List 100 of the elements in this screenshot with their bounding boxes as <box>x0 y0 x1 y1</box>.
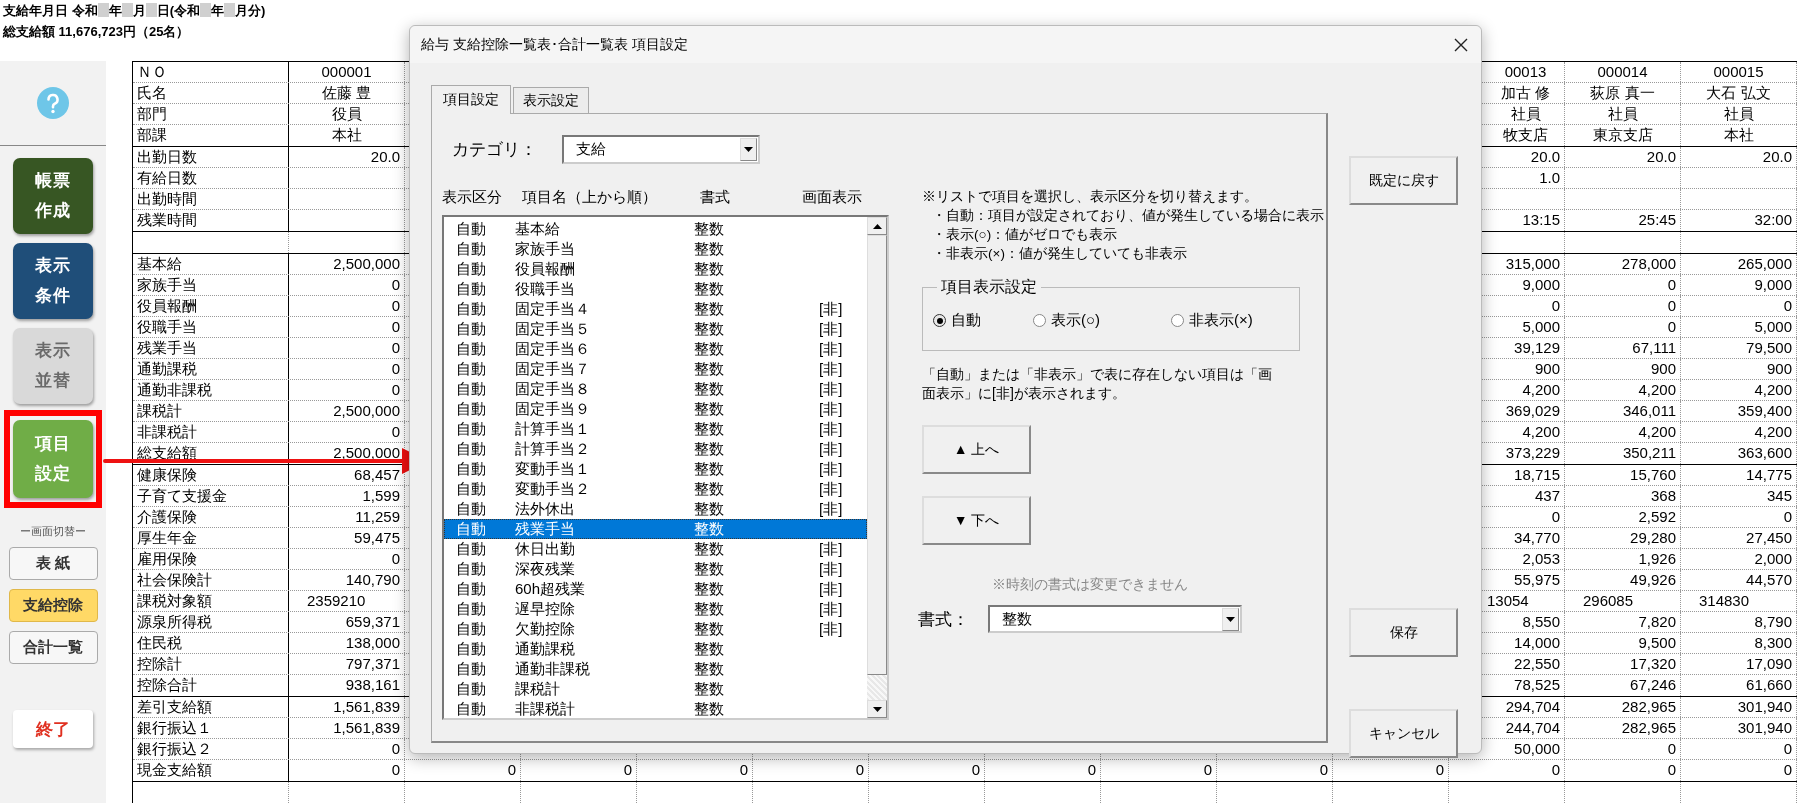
table-cell: 27,450 <box>1746 528 1792 548</box>
dialog-button[interactable]: 既定に戻す <box>1349 156 1458 205</box>
list-item[interactable]: 自動 家族手当 整数 <box>444 239 867 259</box>
table-cell: 社員 <box>1510 104 1541 124</box>
view-button[interactable]: 合計一覧 <box>8 631 98 664</box>
table-cell: 0 <box>1667 275 1676 295</box>
table-cell: 0 <box>391 359 400 379</box>
table-cell-text: 78,525 <box>1514 675 1560 695</box>
table-cell: 900 <box>1766 359 1792 379</box>
list-item[interactable]: 自動 変動手当１ 整数 [非] <box>444 459 867 479</box>
list-item[interactable]: 自動 固定手当７ 整数 [非] <box>444 359 867 379</box>
scroll-up-button[interactable] <box>867 217 887 235</box>
table-cell: 278,000 <box>1621 254 1676 274</box>
window-title: 給与 支給控除一覧表･合計一覧表 項目設定 <box>421 35 688 54</box>
column-header: 画面表示 <box>802 188 862 206</box>
table-cell-text: 32:00 <box>1754 210 1792 230</box>
list-item[interactable]: 自動 固定手当６ 整数 [非] <box>444 339 867 359</box>
table-cell-text: 25:45 <box>1638 210 1676 230</box>
table-cell: 49,926 <box>1630 570 1676 590</box>
tab[interactable]: 表示設定 <box>513 87 589 113</box>
tab[interactable]: 項目設定 <box>431 85 511 114</box>
row-label: 家族手当 <box>137 275 197 295</box>
table-cell: 15,760 <box>1630 465 1676 485</box>
table-cell: 244,704 <box>1505 718 1560 738</box>
note-text: ・非表示(×)：値が発生していても非表示 <box>931 245 1187 263</box>
list-item[interactable]: 自動 通勤課税 整数 <box>444 639 867 659</box>
list-item[interactable]: 自動 法外休出 整数 [非] <box>444 499 867 519</box>
close-icon[interactable] <box>1454 37 1468 52</box>
column-header: 表示区分 <box>442 188 502 206</box>
table-cell: 役員 <box>331 104 362 124</box>
row-label: 介護保険 <box>137 507 197 527</box>
row-label: 残業手当 <box>137 338 197 358</box>
table-cell: 79,500 <box>1746 338 1792 358</box>
table-cell: 314830 <box>1699 591 1750 611</box>
list-item[interactable]: 自動 基本給 整数 <box>444 219 867 239</box>
table-cell: 20.0 <box>1646 147 1676 167</box>
view-button[interactable]: 支給控除 <box>8 589 98 622</box>
list-item[interactable]: 自動 60h超残業 整数 [非] <box>444 579 867 599</box>
table-cell: 301,940 <box>1737 718 1792 738</box>
list-item[interactable]: 自動 遅早控除 整数 [非] <box>444 599 867 619</box>
list-item[interactable]: 自動 欠勤控除 整数 [非] <box>444 619 867 639</box>
table-cell-text: 牧支店 <box>1503 125 1548 145</box>
menu-button[interactable]: 帳票作成 <box>13 158 93 234</box>
radio-label: 表示(○) <box>1051 311 1101 330</box>
table-cell-text: 0 <box>1087 760 1096 780</box>
table-cell: 296085 <box>1583 591 1634 611</box>
menu-button[interactable]: 表示条件 <box>13 243 93 319</box>
scroll-down-button[interactable] <box>867 700 887 718</box>
radio-button[interactable] <box>1171 314 1184 327</box>
row-label: 銀行振込１ <box>137 718 212 738</box>
list-item[interactable]: 自動 役職手当 整数 <box>444 279 867 299</box>
table-cell: 0 <box>391 296 400 316</box>
list-item[interactable]: 自動 残業手当 整数 <box>444 519 867 539</box>
list-item[interactable]: 自動 通勤非課税 整数 <box>444 659 867 679</box>
format-dropdown[interactable]: 整数 <box>988 605 1242 633</box>
dialog-button[interactable]: 保存 <box>1349 608 1458 657</box>
list-item[interactable]: 自動 固定手当９ 整数 [非] <box>444 399 867 419</box>
list-item[interactable]: 自動 役員報酬 整数 <box>444 259 867 279</box>
list-item[interactable]: 自動 深夜残業 整数 [非] <box>444 559 867 579</box>
list-item[interactable]: 自動 固定手当４ 整数 [非] <box>444 299 867 319</box>
view-button[interactable]: 表 紙 <box>8 547 98 580</box>
radio-button[interactable] <box>1033 314 1046 327</box>
list-item[interactable]: 自動 休日出勤 整数 [非] <box>444 539 867 559</box>
column-header: 書式 <box>700 188 730 206</box>
table-cell: 17,090 <box>1746 654 1792 674</box>
list-item[interactable]: 自動 計算手当２ 整数 [非] <box>444 439 867 459</box>
table-cell-text: 2,500,000 <box>333 443 400 463</box>
table-cell: 265,000 <box>1737 254 1792 274</box>
table-cell: 荻原 真一 <box>1590 83 1655 103</box>
row-label: 非課税計 <box>137 422 197 442</box>
list-item[interactable]: 自動 変動手当２ 整数 [非] <box>444 479 867 499</box>
dialog-button[interactable]: キャンセル <box>1349 709 1458 758</box>
table-cell: 29,280 <box>1630 528 1676 548</box>
category-dropdown[interactable]: 支給 <box>562 135 760 164</box>
list-item[interactable]: 自動 非課税計 整数 <box>444 699 867 719</box>
row-label: 雇用保険 <box>137 549 197 569</box>
row-label: 社会保険計 <box>137 570 212 590</box>
table-cell: 14,775 <box>1746 465 1792 485</box>
list-item[interactable]: 自動 固定手当８ 整数 [非] <box>444 379 867 399</box>
table-cell: 000015 <box>1713 62 1764 82</box>
table-cell: 39,129 <box>1514 338 1560 358</box>
table-cell: 0 <box>1667 296 1676 316</box>
note-text: ・表示(○)：値がゼロでも表示 <box>931 226 1118 244</box>
table-cell: 368 <box>1650 486 1676 506</box>
table-cell: 0 <box>1783 507 1792 527</box>
table-cell: 345 <box>1766 486 1792 506</box>
table-cell: 900 <box>1650 359 1676 379</box>
table-cell: 0 <box>1551 507 1560 527</box>
exit-button[interactable]: 終了 <box>13 710 93 748</box>
table-cell: 8,790 <box>1754 612 1792 632</box>
table-cell: 0 <box>1783 296 1792 316</box>
list-item[interactable]: 自動 計算手当１ 整数 [非] <box>444 419 867 439</box>
radio-button[interactable] <box>933 314 946 327</box>
move-down-button[interactable]: ▼ 下へ <box>922 496 1031 545</box>
list-item[interactable]: 自動 課税計 整数 <box>444 679 867 699</box>
table-cell: 346,011 <box>1622 401 1676 421</box>
list-item[interactable]: 自動 固定手当５ 整数 [非] <box>444 319 867 339</box>
row-label: 役職手当 <box>137 317 197 337</box>
down-arrow-icon <box>872 706 882 712</box>
move-up-button[interactable]: ▲ 上へ <box>922 425 1031 474</box>
